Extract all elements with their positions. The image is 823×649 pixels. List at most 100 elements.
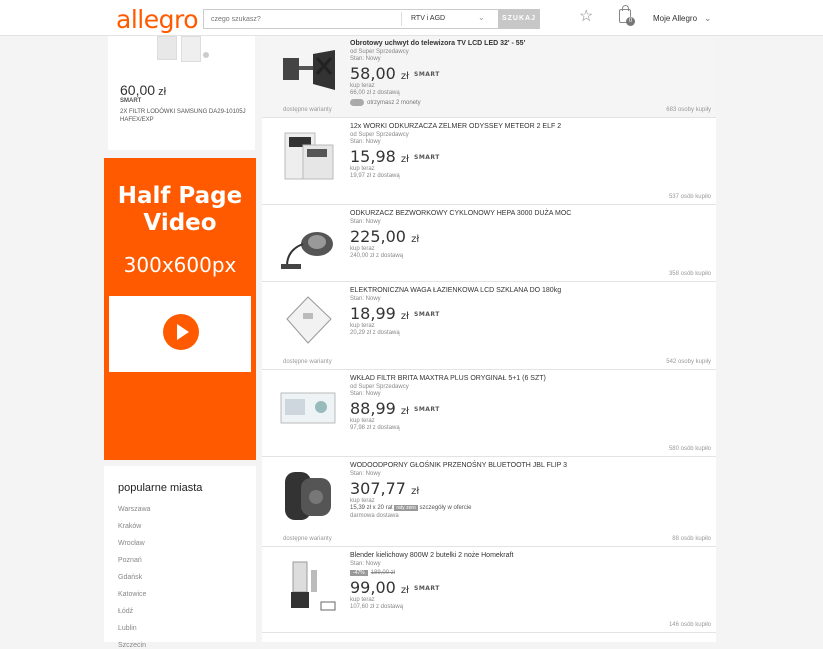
listing-price: 225,00 zł [350,227,420,246]
city-link[interactable]: Łódź [118,608,242,615]
listing-shipping: 107,60 zł z dostawą [350,604,404,610]
listing-title[interactable]: Obrotowy uchwyt do telewizora TV LCD LED… [350,40,525,47]
discount-badge: -47% [350,570,368,576]
blender-image [291,561,336,611]
listing-shipping: 240,00 zł z dostawą [350,253,404,259]
listing-title[interactable]: WODOODPORNY GŁOŚNIK PRZENOŚNY BLUETOOTH … [350,462,567,469]
listing-shipping: 20,29 zł z dostawą [350,330,400,336]
listing-bought-count: 580 osób kupiło [668,446,711,452]
city-link[interactable]: Gdańsk [118,574,242,581]
search-bar: RTV i AGD ⌄ SZUKAJ [203,9,540,29]
vacuum-cleaner-image [281,232,333,269]
listing-bought-count: 146 osób kupiło [668,622,711,628]
list-item[interactable]: ODKURZACZ BEZWORKOWY CYKLONOWY HEPA 3000… [262,206,716,282]
listing-buy-now: kup teraz [350,597,375,603]
ad-video-frame [109,296,251,372]
allegro-logo[interactable]: allegro [116,5,199,34]
listing-price: 99,00 zł SMART [350,578,440,597]
old-price: 189,00 zł [370,570,396,576]
listing-buy-now: kup teraz [350,323,375,329]
listing-bought-count: 88 osób kupiło [672,536,711,542]
bathroom-scale-image [286,296,332,344]
list-item[interactable]: Blender kielichowy 800W 2 butelki 2 noże… [262,548,716,633]
listing-title[interactable]: ODKURZACZ BEZWORKOWY CYKLONOWY HEPA 3000… [350,210,571,217]
left-product-price: 60,00 zł [120,82,167,98]
account-label: Moje Allegro [653,14,698,23]
listing-price: 15,98 zł SMART [350,147,440,166]
listing-coins: otrzymasz 2 monety [350,99,421,106]
smart-badge: SMART [120,98,142,104]
listing-buy-now: kup teraz [350,418,375,424]
listing-condition: Stan: Nowy [350,471,381,477]
tv-mount-image [283,50,335,90]
search-divider [401,12,402,26]
city-link[interactable]: Lublin [118,625,242,632]
listing-condition: Stan: Nowy [350,561,381,567]
cities-heading: popularne miasta [118,482,203,494]
popular-cities-panel: popularne miasta Warszawa Kraków Wrocław… [104,466,256,649]
water-filter-image [280,392,336,424]
listing-bought-count: 358 osób kupiło [668,271,711,277]
variants-label[interactable]: dostępne warianty [283,359,332,365]
listing-condition: Stan: Nowy [350,219,381,225]
listing-installments: 15,39 zł x 20 rat raty zero szczegóły w … [350,505,472,511]
city-link[interactable]: Warszawa [118,506,242,513]
star-icon[interactable]: ☆ [579,6,593,26]
listing-condition: Stan: Nowy [350,391,381,397]
listing-buy-now: kup teraz [350,246,375,252]
top-bar: allegro RTV i AGD ⌄ SZUKAJ ☆ 0 Moje Alle… [0,0,823,36]
variants-label[interactable]: dostępne warianty [283,536,332,542]
listing-buy-now: kup teraz [350,166,375,172]
listing-condition: Stan: Nowy [350,296,381,302]
left-product-card[interactable]: 60,00 zł SMART 2X FILTR LODÓWKI SAMSUNG … [108,36,255,150]
list-item[interactable]: WODOODPORNY GŁOŚNIK PRZENOŚNY BLUETOOTH … [262,458,716,547]
city-link[interactable]: Wrocław [118,540,242,547]
listing-buy-now: kup teraz [350,83,375,89]
search-button[interactable]: SZUKAJ [498,9,540,29]
vacuum-bags-image [284,132,334,180]
listing-shipping: 19,97 zł z dostawą [350,173,400,179]
listing-title[interactable]: Blender kielichowy 800W 2 butelki 2 noże… [350,552,513,559]
listing-bought-count: 542 osoby kupiły [666,359,711,365]
coins-icon [350,99,364,106]
listing-shipping: 97,98 zł z dostawą [350,425,400,431]
listing-bought-count: 683 osoby kupiły [666,107,711,113]
listing-condition: Stan: Nowy [350,139,381,145]
listing-price: 58,00 zł SMART [350,64,440,83]
speaker-image [285,472,331,520]
listing-title[interactable]: ELEKTRONICZNA WAGA ŁAZIENKOWA LCD SZKLAN… [350,287,561,294]
account-menu[interactable]: Moje Allegro ⌄ [653,13,712,24]
listing-title[interactable]: WKŁAD FILTR BRITA MAXTRA PLUS ORYGINAŁ 5… [350,375,546,382]
listing-bought-count: 537 osób kupiło [668,194,711,200]
listing-price: 18,99 zł SMART [350,304,440,323]
city-link[interactable]: Szczecin [118,642,242,649]
list-item[interactable]: Obrotowy uchwyt do telewizora TV LCD LED… [262,36,716,118]
city-link[interactable]: Poznań [118,557,242,564]
left-product-title[interactable]: 2X FILTR LODÓWKI SAMSUNG DA29-10105J HAF… [120,108,250,124]
listing-condition: Stan: Nowy [350,56,381,62]
city-link[interactable]: Katowice [118,591,242,598]
chevron-down-icon: ⌄ [704,13,712,23]
raty-zero-badge: raty zero [394,505,418,511]
ad-title: Half Page Video [117,183,243,236]
listing-seller: od Super Sprzedawcy [350,49,409,55]
list-item[interactable]: 12x WORKI ODKURZACZA ZELMER ODYSSEY METE… [262,119,716,205]
listing-price: 88,99 zł SMART [350,399,440,418]
city-link[interactable]: Kraków [118,523,242,530]
variants-label[interactable]: dostępne warianty [283,107,332,113]
ad-size: 300x600px [123,253,237,277]
chevron-down-icon[interactable]: ⌄ [478,13,485,22]
category-select[interactable]: RTV i AGD [411,15,445,22]
play-icon[interactable] [163,314,199,350]
listing-title[interactable]: 12x WORKI ODKURZACZA ZELMER ODYSSEY METE… [350,123,561,130]
listing-buy-now: kup teraz [350,498,375,504]
half-page-video-ad[interactable]: Half Page Video 300x600px [104,158,256,460]
list-item[interactable]: WKŁAD FILTR BRITA MAXTRA PLUS ORYGINAŁ 5… [262,371,716,457]
listing-discount: -47% 189,00 zł [350,570,395,576]
search-input[interactable] [204,10,400,28]
listing-seller: od Super Sprzedawcy [350,384,409,390]
listing-results: Obrotowy uchwyt do telewizora TV LCD LED… [262,36,716,642]
cart-icon[interactable]: 0 [619,5,635,26]
list-item[interactable]: ELEKTRONICZNA WAGA ŁAZIENKOWA LCD SZKLAN… [262,283,716,370]
cart-count-badge: 0 [626,17,635,26]
